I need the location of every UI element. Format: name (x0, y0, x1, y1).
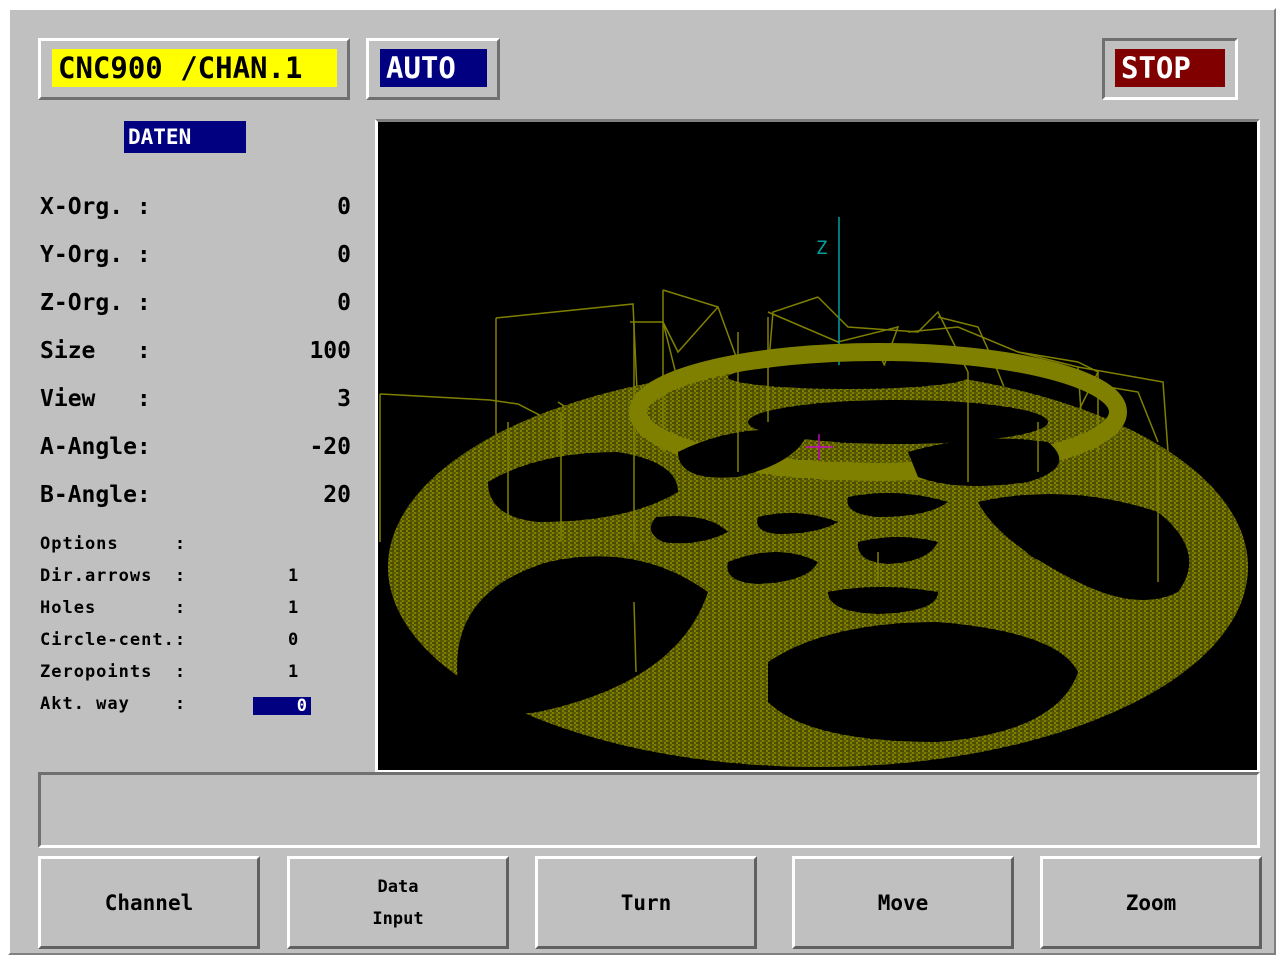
y-origin-value: 0 (337, 242, 351, 268)
message-bar (38, 772, 1260, 848)
x-origin-label: X-Org. : (40, 194, 151, 220)
move-softkey[interactable]: Move (792, 856, 1014, 949)
size-label: Size : (40, 338, 151, 364)
dir-arrows-value[interactable]: 1 (288, 566, 298, 586)
stop-badge-frame[interactable]: STOP (1102, 38, 1238, 100)
options-label: Options : (40, 534, 187, 554)
zeropoints-value[interactable]: 1 (288, 662, 298, 682)
a-angle-value: -20 (309, 434, 351, 460)
data-input-softkey[interactable]: Data Input (287, 856, 509, 949)
channel-badge-frame[interactable]: CNC900 /CHAN.1 (38, 38, 350, 100)
z-origin-value: 0 (337, 290, 351, 316)
akt-way-label: Akt. way : (40, 694, 187, 714)
channel-softkey-label: Channel (104, 890, 194, 915)
channel-badge: CNC900 /CHAN.1 (52, 49, 337, 87)
y-origin-label: Y-Org. : (40, 242, 151, 268)
stop-badge: STOP (1115, 49, 1225, 87)
x-origin-value: 0 (337, 194, 351, 220)
akt-way-input[interactable]: 0 (253, 697, 311, 715)
z-origin-label: Z-Org. : (40, 290, 151, 316)
a-angle-label: A-Angle: (40, 434, 151, 460)
channel-softkey[interactable]: Channel (38, 856, 260, 949)
b-angle-value: 20 (323, 482, 351, 508)
data-input-softkey-line1: Data (377, 876, 419, 897)
dir-arrows-label: Dir.arrows : (40, 566, 187, 586)
turn-softkey[interactable]: Turn (535, 856, 757, 949)
view-value: 3 (337, 386, 351, 412)
wheel-rim (388, 343, 1248, 767)
size-value: 100 (309, 338, 351, 364)
b-angle-label: B-Angle: (40, 482, 151, 508)
panel-title: DATEN (124, 121, 246, 153)
circle-center-label: Circle-cent.: (40, 630, 187, 650)
graphics-viewport[interactable]: Z (375, 119, 1260, 773)
wheel-wireframe: Z (379, 217, 1248, 767)
move-softkey-label: Move (877, 890, 929, 915)
zeropoints-label: Zeropoints : (40, 662, 187, 682)
holes-label: Holes : (40, 598, 187, 618)
mode-badge-frame[interactable]: AUTO (366, 38, 500, 100)
data-input-softkey-line2: Input (372, 908, 424, 929)
holes-value[interactable]: 1 (288, 598, 298, 618)
turn-softkey-label: Turn (620, 890, 672, 915)
z-axis-label: Z (816, 237, 827, 259)
mode-badge: AUTO (380, 49, 487, 87)
zoom-softkey-label: Zoom (1125, 890, 1177, 915)
circle-center-value[interactable]: 0 (288, 630, 298, 650)
view-label: View : (40, 386, 151, 412)
zoom-softkey[interactable]: Zoom (1040, 856, 1262, 949)
